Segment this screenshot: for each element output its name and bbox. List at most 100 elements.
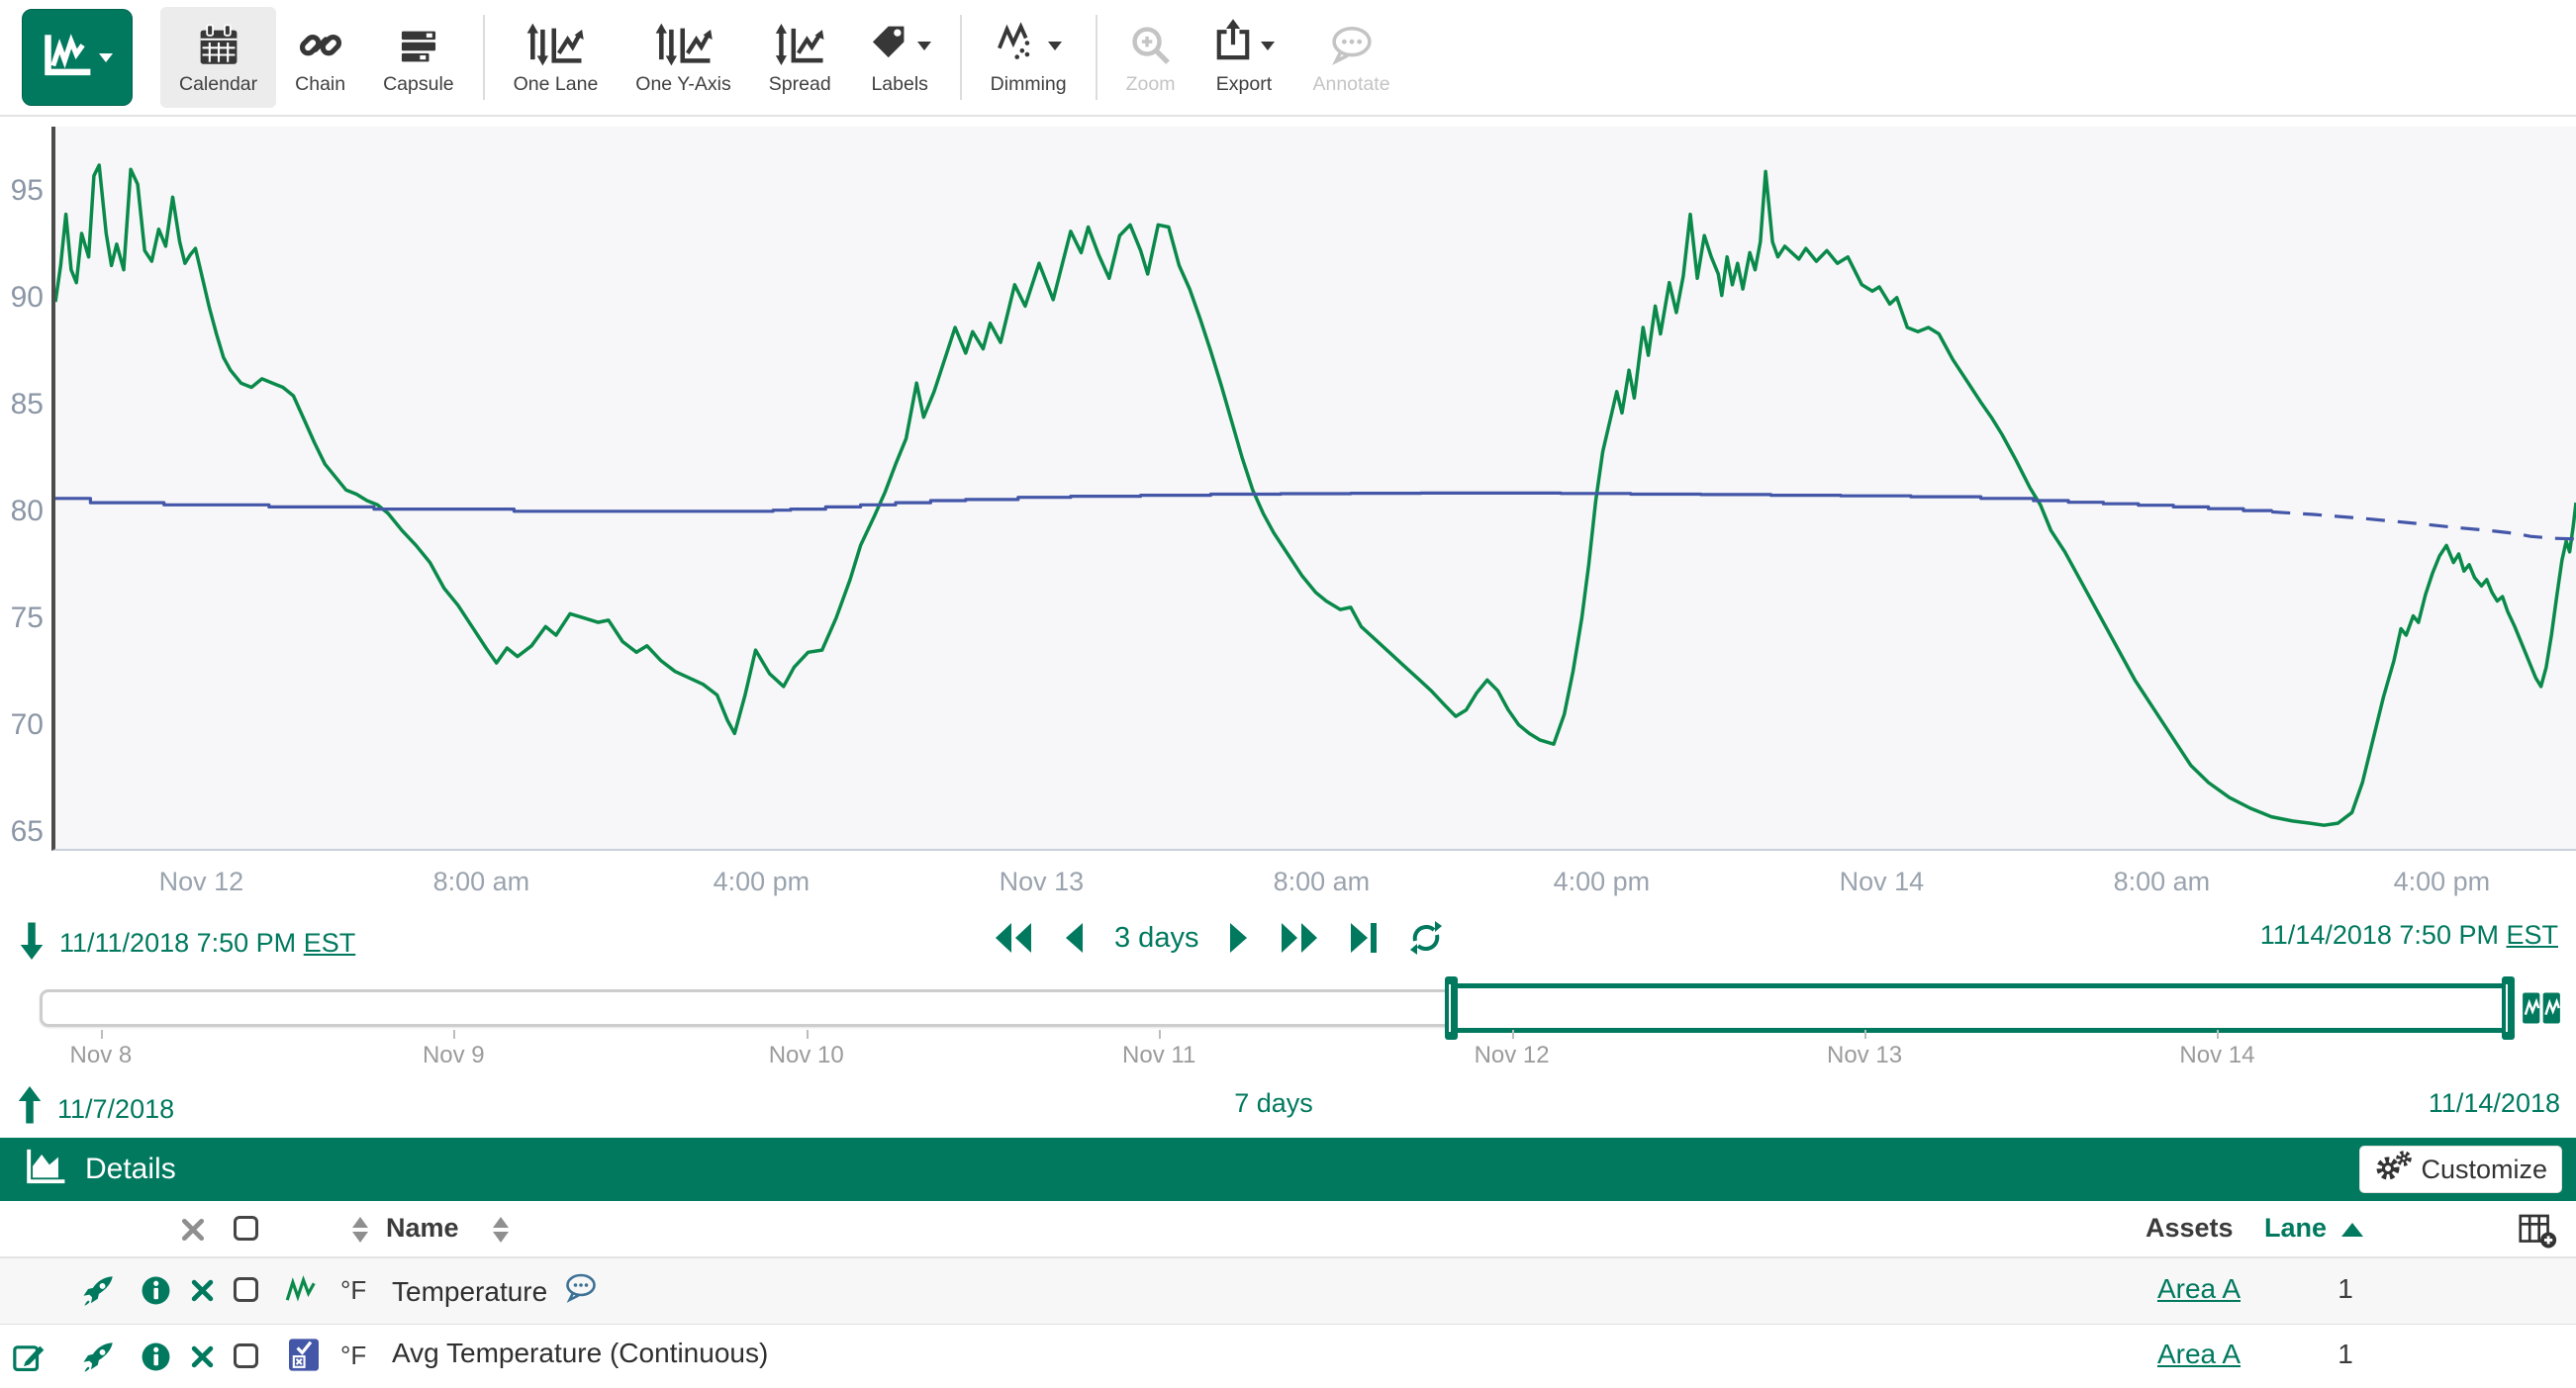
x-tick-label: 8:00 am	[2114, 867, 2211, 897]
toolbar-button-export[interactable]: Export	[1193, 7, 1293, 108]
dual-trend-icon[interactable]	[2522, 988, 2561, 1033]
item-name[interactable]: Temperature	[392, 1276, 547, 1308]
trend-series-canvas[interactable]	[55, 127, 2576, 849]
display-range-duration[interactable]: 3 days	[1114, 922, 1198, 955]
toolbar-button-capsule[interactable]: Capsule	[364, 7, 473, 108]
one-y-axis-icon	[655, 19, 713, 66]
step-forward-much-button[interactable]	[1280, 921, 1319, 955]
x-tick-label: 4:00 pm	[714, 867, 811, 897]
timebar-tick-label: Nov 10	[769, 1042, 844, 1069]
send-to-organizer-rocket-icon[interactable]	[81, 1341, 115, 1379]
refresh-button[interactable]	[1408, 920, 1444, 956]
x-tick-label: 8:00 am	[433, 867, 530, 897]
timezone-link[interactable]: EST	[304, 928, 356, 958]
x-tick-label: 4:00 pm	[1554, 867, 1651, 897]
display-range-selection[interactable]	[1451, 983, 2509, 1033]
toolbar-button-one-lane[interactable]: One Lane	[495, 7, 618, 108]
column-header-assets[interactable]: Assets	[2146, 1213, 2234, 1244]
x-tick-label: Nov 13	[1000, 867, 1085, 897]
step-to-end-button[interactable]	[1349, 921, 1379, 955]
arrow-up-icon	[16, 1086, 44, 1133]
step-back-button[interactable]	[1063, 921, 1085, 955]
toolbar-separator	[1096, 15, 1097, 100]
investigate-range-start[interactable]: 11/7/2018	[16, 1086, 174, 1133]
trend-chart-plot-area[interactable]	[51, 127, 2576, 851]
sort-ascending-icon[interactable]	[2341, 1223, 2363, 1237]
main-toolbar: Calendar Chain Capsule One Lane On	[0, 0, 2576, 117]
timebar-tick	[1512, 1030, 1514, 1039]
column-header-name[interactable]: Name	[386, 1213, 459, 1244]
lane-number: 1	[2321, 1339, 2370, 1370]
toolbar-separator	[483, 15, 485, 100]
sort-name-icon[interactable]	[493, 1217, 509, 1243]
details-table-header: Name Assets Lane	[0, 1201, 2576, 1258]
display-range-start[interactable]: 11/11/2018 7:50 PM EST	[18, 920, 355, 967]
investigate-range-duration[interactable]: 7 days	[1234, 1088, 1313, 1119]
item-name-cell: Avg Temperature (Continuous)	[392, 1338, 768, 1369]
y-tick-label: 80	[2, 495, 44, 528]
timebar-tick	[807, 1030, 809, 1039]
toolbar-button-annotate[interactable]: Annotate	[1293, 7, 1408, 108]
timebar-tick-label: Nov 8	[70, 1042, 133, 1069]
select-all-checkbox[interactable]	[234, 1216, 258, 1241]
series-avg-temperature-continuous[interactable]	[55, 493, 2271, 511]
add-column-icon[interactable]	[2518, 1213, 2557, 1253]
magnifier-zoom-icon	[1130, 19, 1172, 66]
edit-formula-icon[interactable]	[12, 1341, 46, 1379]
arrow-down-icon	[18, 920, 46, 967]
customize-button[interactable]: Customize	[2359, 1146, 2562, 1193]
display-range-start-text[interactable]: 11/11/2018 7:50 PM	[59, 928, 296, 958]
chevron-down-icon	[99, 53, 113, 62]
unit-of-measure: °F	[340, 1341, 366, 1371]
display-range-end-text[interactable]: 11/14/2018 7:50 PM	[2260, 920, 2499, 950]
view-selector-button[interactable]	[22, 9, 133, 106]
remove-item-icon[interactable]	[190, 1278, 215, 1308]
row-checkbox[interactable]	[234, 1343, 258, 1368]
unit-of-measure: °F	[340, 1275, 366, 1306]
timezone-link[interactable]: EST	[2506, 920, 2558, 950]
toolbar-button-dimming[interactable]: Dimming	[972, 7, 1086, 108]
step-back-much-button[interactable]	[994, 921, 1033, 955]
toolbar-button-spread[interactable]: Spread	[750, 7, 850, 108]
display-range-end[interactable]: 11/14/2018 7:50 PM EST	[2260, 920, 2558, 951]
y-tick-label: 95	[2, 174, 44, 208]
asset-link[interactable]: Area A	[2149, 1273, 2248, 1305]
y-tick-label: 85	[2, 388, 44, 421]
remove-item-icon[interactable]	[190, 1344, 215, 1374]
item-name[interactable]: Avg Temperature (Continuous)	[392, 1338, 768, 1369]
send-to-organizer-rocket-icon[interactable]	[81, 1274, 115, 1313]
timebar-tick	[1864, 1030, 1866, 1039]
y-tick-label: 65	[2, 815, 44, 849]
details-panel-title: Details	[85, 1153, 176, 1186]
toolbar-button-one-y-axis[interactable]: One Y-Axis	[617, 7, 749, 108]
x-tick-label: Nov 14	[1840, 867, 1925, 897]
remove-all-icon[interactable]	[180, 1217, 206, 1248]
timebar-tick	[453, 1030, 455, 1039]
details-table-row: °F Temperature Area A 1	[0, 1258, 2576, 1324]
selection-left-handle[interactable]	[1445, 976, 1458, 1040]
y-tick-label: 90	[2, 281, 44, 315]
row-checkbox[interactable]	[234, 1277, 258, 1302]
annotation-bubble-icon[interactable]	[563, 1272, 599, 1311]
selection-right-handle[interactable]	[2502, 976, 2515, 1040]
seeq-trend-workbench: Calendar Chain Capsule One Lane On	[0, 0, 2576, 1388]
info-icon[interactable]	[141, 1275, 171, 1311]
toolbar-button-zoom[interactable]: Zoom	[1107, 7, 1194, 108]
sort-name-icon[interactable]	[352, 1217, 368, 1243]
info-icon[interactable]	[141, 1342, 171, 1377]
y-tick-label: 75	[2, 601, 44, 635]
step-forward-button[interactable]	[1228, 921, 1250, 955]
asset-link[interactable]: Area A	[2149, 1339, 2248, 1370]
series-avg-temperature-continuous[interactable]	[2271, 511, 2576, 538]
dimming-signal-icon	[996, 20, 1041, 66]
capsule-icon	[398, 19, 439, 66]
toolbar-button-labels[interactable]: Labels	[850, 7, 950, 108]
investigate-range-end[interactable]: 11/14/2018	[2429, 1088, 2560, 1119]
lane-number: 1	[2321, 1273, 2370, 1305]
toolbar-button-chain[interactable]: Chain	[276, 7, 364, 108]
investigate-range-start-text[interactable]: 11/7/2018	[57, 1094, 174, 1125]
details-panel-header: Details Customize	[0, 1138, 2576, 1201]
column-header-lane[interactable]: Lane	[2264, 1213, 2327, 1244]
toolbar-button-calendar[interactable]: Calendar	[160, 7, 276, 108]
gears-icon	[2374, 1151, 2412, 1189]
